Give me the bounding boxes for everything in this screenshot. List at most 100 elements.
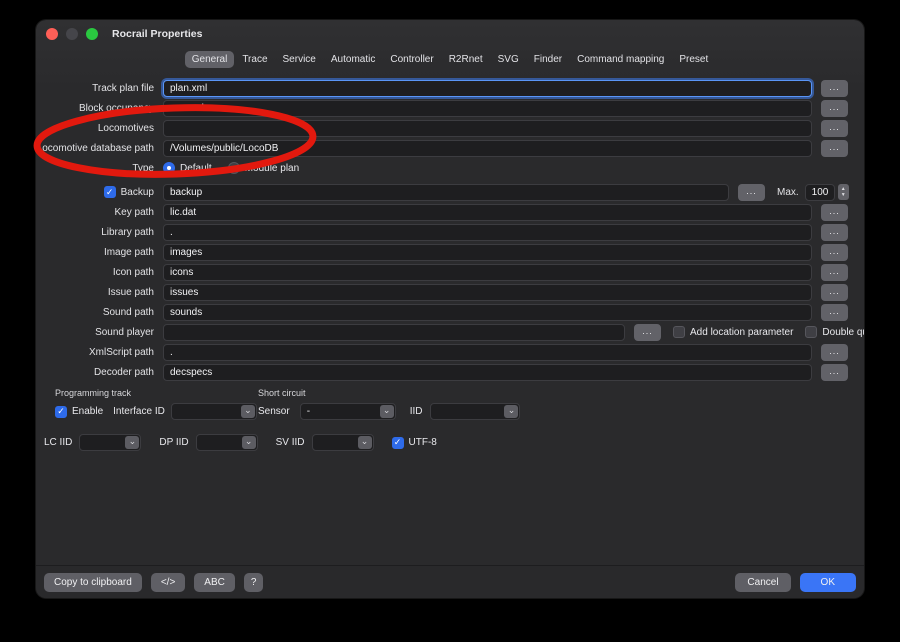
sound-player-label: Sound player — [36, 327, 154, 338]
sv-iid-label: SV IID — [276, 437, 305, 448]
locomotives-row: Locomotives ... — [36, 118, 848, 138]
locomotives-browse-button[interactable]: ... — [821, 120, 848, 137]
icon-path-input[interactable]: icons — [163, 264, 812, 281]
sound-player-input[interactable] — [163, 324, 625, 341]
sv-iid-select[interactable] — [312, 434, 374, 451]
double-quote-label: Double quote — [822, 327, 864, 338]
tab-bar: General Trace Service Automatic Controll… — [36, 48, 864, 70]
tab-r2rnet[interactable]: R2Rnet — [442, 51, 490, 68]
rocrail-properties-window: Rocrail Properties General Trace Service… — [36, 20, 864, 598]
option-groups: Programming track Enable Interface ID Sh… — [36, 388, 848, 420]
xmlscript-path-browse-button[interactable]: ... — [821, 344, 848, 361]
ok-button[interactable]: OK — [800, 573, 856, 592]
key-path-input[interactable]: lic.dat — [163, 204, 812, 221]
double-quote-checkbox[interactable] — [805, 326, 817, 338]
type-module-plan-label: Module plan — [245, 163, 299, 174]
abc-button[interactable]: ABC — [194, 573, 235, 592]
tab-trace[interactable]: Trace — [235, 51, 274, 68]
enable-checkbox[interactable] — [55, 406, 67, 418]
backup-row: Backup backup ... Max. 100 — [36, 182, 848, 202]
dialog-footer: Copy to clipboard </> ABC ? Cancel OK — [36, 565, 864, 598]
locomotive-database-path-input[interactable]: /Volumes/public/LocoDB — [163, 140, 812, 157]
close-window-button[interactable] — [46, 28, 58, 40]
interface-id-select[interactable] — [171, 403, 257, 420]
backup-label-cell: Backup — [36, 186, 154, 198]
issue-path-browse-button[interactable]: ... — [821, 284, 848, 301]
chevron-down-icon — [125, 436, 139, 449]
field-value: issues — [170, 287, 198, 298]
block-occupancy-browse-button[interactable]: ... — [821, 100, 848, 117]
help-button[interactable]: ? — [244, 573, 264, 592]
block-occupancy-input[interactable]: occ.xml — [163, 100, 812, 117]
tab-controller[interactable]: Controller — [383, 51, 440, 68]
icon-path-browse-button[interactable]: ... — [821, 264, 848, 281]
sound-path-browse-button[interactable]: ... — [821, 304, 848, 321]
image-path-input[interactable]: images — [163, 244, 812, 261]
block-occupancy-label: Block occupancy — [36, 103, 154, 114]
locomotives-input[interactable] — [163, 120, 812, 137]
backup-max-label: Max. — [777, 187, 799, 198]
sensor-select[interactable]: - — [300, 403, 396, 420]
sound-player-row: Sound player ... Add location parameter … — [36, 322, 848, 342]
zoom-window-button[interactable] — [86, 28, 98, 40]
backup-browse-button[interactable]: ... — [738, 184, 765, 201]
field-value: occ.xml — [170, 103, 204, 114]
field-value: plan.xml — [170, 83, 207, 94]
xmlscript-path-input[interactable]: . — [163, 344, 812, 361]
sound-path-label: Sound path — [36, 307, 154, 318]
tab-general[interactable]: General — [185, 51, 235, 68]
icon-path-row: Icon path icons ... — [36, 262, 848, 282]
backup-max-input[interactable]: 100 — [805, 184, 835, 201]
decoder-path-row: Decoder path decspecs ... — [36, 362, 848, 382]
sound-path-input[interactable]: sounds — [163, 304, 812, 321]
backup-max-stepper[interactable] — [838, 184, 849, 200]
utf8-checkbox[interactable] — [392, 437, 404, 449]
lc-iid-select[interactable] — [79, 434, 141, 451]
backup-checkbox[interactable] — [104, 186, 116, 198]
decoder-path-input[interactable]: decspecs — [163, 364, 812, 381]
tab-svg[interactable]: SVG — [491, 51, 526, 68]
cancel-button[interactable]: Cancel — [735, 573, 790, 592]
tab-command-mapping[interactable]: Command mapping — [570, 51, 671, 68]
library-path-browse-button[interactable]: ... — [821, 224, 848, 241]
code-view-button[interactable]: </> — [151, 573, 185, 592]
tab-service[interactable]: Service — [276, 51, 323, 68]
window-title: Rocrail Properties — [112, 28, 202, 40]
image-path-browse-button[interactable]: ... — [821, 244, 848, 261]
tab-preset[interactable]: Preset — [672, 51, 715, 68]
programming-track-title: Programming track — [55, 388, 258, 398]
interface-id-label: Interface ID — [113, 406, 165, 417]
backup-input[interactable]: backup — [163, 184, 729, 201]
copy-to-clipboard-button[interactable]: Copy to clipboard — [44, 573, 142, 592]
decoder-path-label: Decoder path — [36, 367, 154, 378]
type-module-plan-radio[interactable] — [228, 162, 240, 174]
issue-path-input[interactable]: issues — [163, 284, 812, 301]
type-default-radio[interactable] — [163, 162, 175, 174]
block-occupancy-row: Block occupancy occ.xml ... — [36, 98, 848, 118]
track-plan-file-label: Track plan file — [36, 83, 154, 94]
sound-player-browse-button[interactable]: ... — [634, 324, 661, 341]
library-path-input[interactable]: . — [163, 224, 812, 241]
tab-finder[interactable]: Finder — [527, 51, 569, 68]
short-circuit-iid-label: IID — [410, 406, 423, 417]
general-tab-panel: Track plan file plan.xml ... Block occup… — [36, 70, 864, 451]
dp-iid-select[interactable] — [196, 434, 258, 451]
locomotive-database-path-row: Locomotive database path /Volumes/public… — [36, 138, 848, 158]
track-plan-file-input[interactable]: plan.xml — [163, 80, 812, 97]
add-location-parameter-checkbox[interactable] — [673, 326, 685, 338]
issue-path-label: Issue path — [36, 287, 154, 298]
locomotive-database-path-browse-button[interactable]: ... — [821, 140, 848, 157]
type-default-label: Default — [180, 163, 212, 174]
desktop-background: Rocrail Properties General Trace Service… — [0, 0, 900, 642]
locomotives-label: Locomotives — [36, 123, 154, 134]
short-circuit-iid-select[interactable] — [430, 403, 520, 420]
chevron-down-icon — [504, 405, 518, 418]
tab-automatic[interactable]: Automatic — [324, 51, 382, 68]
decoder-path-browse-button[interactable]: ... — [821, 364, 848, 381]
icon-path-label: Icon path — [36, 267, 154, 278]
key-path-browse-button[interactable]: ... — [821, 204, 848, 221]
track-plan-file-browse-button[interactable]: ... — [821, 80, 848, 97]
field-value: backup — [170, 187, 202, 198]
field-value: decspecs — [170, 367, 212, 378]
minimize-window-button[interactable] — [66, 28, 78, 40]
